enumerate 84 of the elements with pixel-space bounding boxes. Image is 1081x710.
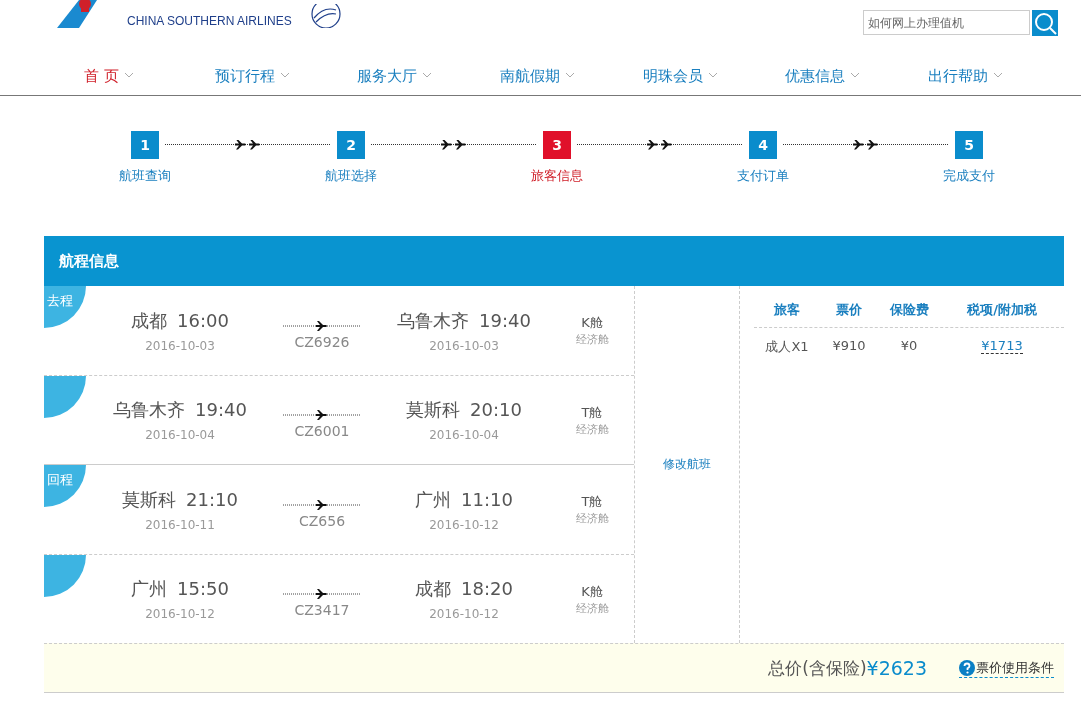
arrival-date: 2016-10-12 <box>428 517 500 532</box>
flight-number: CZ6001 <box>294 423 350 439</box>
nav-menu-item[interactable]: 优惠信息 <box>751 58 895 95</box>
fare-conditions-link[interactable]: 票价使用条件 <box>959 658 1054 678</box>
departure-time: 21:10 <box>186 488 238 510</box>
departure-date: 2016-10-12 <box>144 607 216 621</box>
arrival-city: 广州 <box>415 488 452 510</box>
step-label: 航班选择 <box>325 167 377 185</box>
column-header: 票价 <box>835 301 863 319</box>
chevron-down-icon <box>279 72 290 78</box>
column-header: 旅客 <box>773 301 801 319</box>
airline-name: CHINA SOUTHERN AIRLINES <box>127 14 292 28</box>
trip-label: 去程 <box>47 292 73 310</box>
table-cell: 成人X1 <box>765 339 809 354</box>
total-price: ¥2623 <box>866 657 927 679</box>
step-number: 2 <box>337 131 365 159</box>
arrival-time: 20:10 <box>470 399 522 420</box>
chevron-down-icon <box>850 72 861 78</box>
trip-label: 回程 <box>47 471 73 489</box>
arrival-time: 18:20 <box>461 578 513 599</box>
cabin-class: 经济舱 <box>574 511 610 526</box>
arrival-date: 2016-10-03 <box>428 338 500 353</box>
cabin-class: 经济舱 <box>574 332 610 347</box>
step-label: 旅客信息 <box>531 167 583 185</box>
departure-date: 2016-10-04 <box>144 428 216 442</box>
departure-time: 16:00 <box>177 309 229 331</box>
step-label: 支付订单 <box>737 167 789 185</box>
departure-city: 成都 <box>131 309 168 331</box>
search-icon <box>1033 11 1057 35</box>
step-label: 完成支付 <box>943 167 995 185</box>
column-header: 保险费 <box>888 301 930 319</box>
modify-flight-link[interactable]: 修改航班 <box>663 456 711 473</box>
nav-menu-item[interactable]: 南航假期 <box>466 58 609 95</box>
flight-number: CZ3417 <box>294 602 350 618</box>
total-price-label: 总价(含保险) <box>768 656 867 680</box>
search-button[interactable] <box>1032 10 1058 36</box>
cabin-class: 经济舱 <box>574 421 610 437</box>
cabin-class: 经济舱 <box>574 600 610 616</box>
chevron-down-icon <box>993 72 1004 78</box>
nav-menu-item[interactable]: 首 页 <box>38 58 181 95</box>
departure-time: 19:40 <box>195 399 247 420</box>
nav-menu-item[interactable]: 明珠会员 <box>608 58 752 95</box>
arrival-city: 成都 <box>415 578 452 599</box>
nav-menu-item[interactable]: 服务大厅 <box>323 58 467 95</box>
search-field[interactable]: 如何网上办理值机 <box>863 10 1030 35</box>
tax-amount-link[interactable]: ¥1713 <box>981 338 1023 354</box>
nav-menu-item[interactable]: 预订行程 <box>180 58 324 95</box>
cabin-code: K舱 <box>580 582 604 601</box>
departure-date: 2016-10-11 <box>144 517 216 532</box>
departure-date: 2016-10-03 <box>144 338 216 353</box>
flight-arrow-icon <box>283 588 361 600</box>
chevron-down-icon <box>422 72 433 78</box>
arrival-date: 2016-10-04 <box>428 428 500 442</box>
chevron-down-icon <box>565 72 575 78</box>
chevron-down-icon <box>707 72 718 78</box>
departure-city: 莫斯科 <box>122 488 177 510</box>
cabin-code: T舱 <box>580 493 604 511</box>
panel-title: 航程信息 <box>59 251 119 271</box>
arrival-date: 2016-10-12 <box>428 607 500 621</box>
column-header: 税项/附加税 <box>966 301 1038 319</box>
step-number: 3 <box>543 131 571 159</box>
help-icon <box>959 659 975 676</box>
chevron-down-icon <box>124 72 135 78</box>
arrival-time: 11:10 <box>461 488 513 510</box>
nav-menu-item[interactable]: 出行帮助 <box>894 58 1038 95</box>
table-cell: ¥0 <box>900 338 918 353</box>
flight-number: CZ656 <box>298 512 346 529</box>
cabin-code: T舱 <box>580 403 604 422</box>
flight-arrow-icon <box>283 409 361 421</box>
arrival-time: 19:40 <box>479 309 531 331</box>
step-number: 4 <box>749 131 777 159</box>
departure-city: 广州 <box>131 578 168 599</box>
arrival-city: 乌鲁木齐 <box>397 309 470 331</box>
flight-arrow-icon <box>283 319 361 332</box>
flight-number: CZ6926 <box>294 333 350 350</box>
departure-time: 15:50 <box>177 578 229 599</box>
step-number: 5 <box>955 131 983 159</box>
arrival-city: 莫斯科 <box>406 399 461 420</box>
table-cell: ¥910 <box>832 338 866 353</box>
departure-city: 乌鲁木齐 <box>113 399 186 420</box>
flight-arrow-icon <box>283 498 361 511</box>
step-number: 1 <box>131 131 159 159</box>
cabin-code: K舱 <box>580 314 604 332</box>
step-label: 航班查询 <box>119 167 171 185</box>
